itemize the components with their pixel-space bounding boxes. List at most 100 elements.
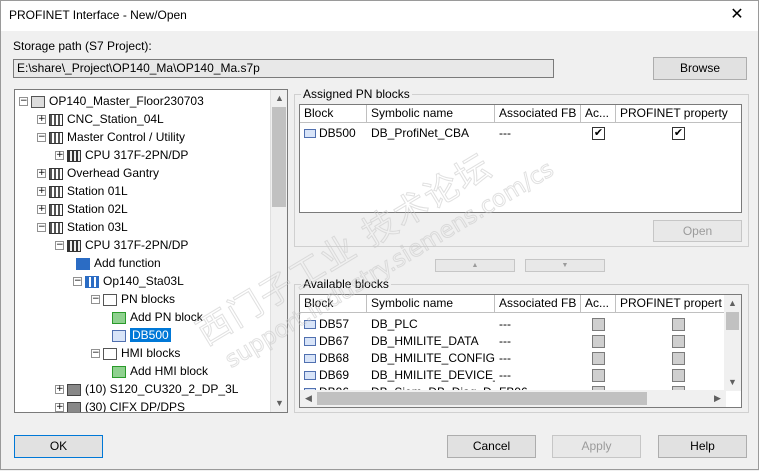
column-header-active[interactable]: Ac... xyxy=(581,105,616,123)
tree-item[interactable]: Add HMI block xyxy=(109,362,208,380)
tree-item-label: Master Control / Utility xyxy=(67,130,186,144)
symbolic-name-cell[interactable]: DB_HMILITE_CONFIG xyxy=(367,350,495,367)
tree-vertical-scrollbar[interactable]: ▲ ▼ xyxy=(270,90,287,412)
available-vertical-scrollbar[interactable]: ▲ ▼ xyxy=(724,295,741,391)
block-cell[interactable]: DB500 xyxy=(300,125,367,142)
associated-fb-cell[interactable]: --- xyxy=(495,333,581,350)
block-cell[interactable]: DB68 xyxy=(300,350,367,367)
tree-item[interactable]: − Station 03L xyxy=(37,218,128,236)
assigned-blocks-table[interactable]: Block Symbolic name Associated FB Ac... … xyxy=(299,104,742,213)
tree-item-label: Add function xyxy=(94,256,161,270)
expand-icon[interactable]: + xyxy=(37,115,46,125)
block-cell[interactable]: DB67 xyxy=(300,333,367,350)
close-icon[interactable]: ✕ xyxy=(724,3,750,27)
expand-icon[interactable]: + xyxy=(37,205,46,215)
tree-item[interactable]: − HMI blocks xyxy=(91,344,180,362)
project-tree[interactable]: − OP140_Master_Floor230703 + CNC_Station_04… xyxy=(14,89,288,413)
move-down-button[interactable]: ▼ xyxy=(525,259,605,272)
column-header-profinet-property[interactable]: PROFINET propert xyxy=(616,295,726,313)
apply-button[interactable]: Apply xyxy=(552,435,641,458)
tree-item[interactable]: Add function xyxy=(73,254,161,272)
tree-item[interactable]: + (30) CIFX DP/DPS xyxy=(55,398,185,412)
tree-item[interactable]: − Master Control / Utility xyxy=(37,128,185,146)
tree-item[interactable]: + Overhead Gantry xyxy=(37,164,159,182)
expand-icon[interactable]: + xyxy=(37,187,46,197)
associated-fb-cell[interactable]: --- xyxy=(495,367,581,384)
active-checkbox[interactable]: ✔ xyxy=(592,127,605,140)
tree-item[interactable]: − Op140_Sta03L xyxy=(73,272,184,290)
column-header-symbolic-name[interactable]: Symbolic name xyxy=(367,105,495,123)
profinet-property-checkbox[interactable] xyxy=(672,335,685,348)
ok-button[interactable]: OK xyxy=(14,435,103,458)
collapse-icon[interactable]: − xyxy=(37,223,46,233)
project-icon xyxy=(31,95,45,108)
tree-item[interactable]: + Station 02L xyxy=(37,200,128,218)
tree-item[interactable]: + CPU 317F-2PN/DP xyxy=(55,146,188,164)
active-checkbox[interactable] xyxy=(592,352,605,365)
column-header-block[interactable]: Block xyxy=(300,105,367,123)
active-checkbox[interactable] xyxy=(592,318,605,331)
tree-item-label: Add PN block xyxy=(130,310,203,324)
expand-icon[interactable]: + xyxy=(37,169,46,179)
scroll-down-icon[interactable]: ▼ xyxy=(271,395,287,412)
active-checkbox[interactable] xyxy=(592,369,605,382)
collapse-icon[interactable]: − xyxy=(19,97,28,107)
active-checkbox[interactable] xyxy=(592,335,605,348)
column-header-symbolic-name[interactable]: Symbolic name xyxy=(367,295,495,313)
associated-fb-cell[interactable]: --- xyxy=(495,125,581,142)
profinet-property-checkbox[interactable] xyxy=(672,369,685,382)
expand-icon[interactable]: + xyxy=(55,151,64,161)
cancel-button[interactable]: Cancel xyxy=(447,435,536,458)
tree-item[interactable]: + Station 01L xyxy=(37,182,128,200)
symbolic-name-cell[interactable]: DB_HMILITE_DEVICE_... xyxy=(367,367,495,384)
tree-item-label: Add HMI block xyxy=(130,364,209,378)
scroll-up-icon[interactable]: ▲ xyxy=(724,295,741,312)
collapse-icon[interactable]: − xyxy=(91,295,100,305)
tree-item[interactable]: DB500 xyxy=(109,326,171,344)
collapse-icon[interactable]: − xyxy=(55,241,64,251)
column-header-active[interactable]: Ac... xyxy=(581,295,616,313)
open-button[interactable]: Open xyxy=(653,220,742,242)
browse-button[interactable]: Browse xyxy=(653,57,747,80)
scroll-up-icon[interactable]: ▲ xyxy=(271,90,287,107)
associated-fb-cell[interactable]: --- xyxy=(495,350,581,367)
tree-item[interactable]: − PN blocks xyxy=(91,290,175,308)
profinet-property-checkbox[interactable] xyxy=(672,352,685,365)
column-header-associated-fb[interactable]: Associated FB xyxy=(495,105,581,123)
tree-item[interactable]: + CNC_Station_04L xyxy=(37,110,164,128)
column-header-profinet-property[interactable]: PROFINET property xyxy=(616,105,741,123)
scroll-thumb[interactable] xyxy=(272,107,286,207)
collapse-icon[interactable]: − xyxy=(37,133,46,143)
column-header-block[interactable]: Block xyxy=(300,295,367,313)
tree-item[interactable]: + (10) S120_CU320_2_DP_3L xyxy=(55,380,238,398)
db-icon xyxy=(304,337,316,347)
profinet-property-checkbox[interactable] xyxy=(672,318,685,331)
scroll-down-icon[interactable]: ▼ xyxy=(724,374,741,391)
column-header-associated-fb[interactable]: Associated FB xyxy=(495,295,581,313)
associated-fb-cell[interactable]: --- xyxy=(495,316,581,333)
tree-item[interactable]: − OP140_Master_Floor230703 xyxy=(19,92,204,110)
profinet-dialog: PROFINET Interface - New/Open ✕ Storage … xyxy=(0,0,759,470)
tree-item-label: DB500 xyxy=(130,328,171,342)
scroll-left-icon[interactable]: ◀ xyxy=(300,390,317,407)
scroll-thumb[interactable] xyxy=(317,392,647,405)
available-horizontal-scrollbar[interactable]: ◀ ▶ xyxy=(300,390,726,407)
collapse-icon[interactable]: − xyxy=(73,277,82,287)
collapse-icon[interactable]: − xyxy=(91,349,100,359)
add-block-icon xyxy=(112,365,126,378)
expand-icon[interactable]: + xyxy=(55,403,64,412)
available-blocks-table[interactable]: Block Symbolic name Associated FB Ac... … xyxy=(299,294,742,408)
symbolic-name-cell[interactable]: DB_ProfiNet_CBA xyxy=(367,125,495,142)
expand-icon[interactable]: + xyxy=(55,385,64,395)
move-up-button[interactable]: ▲ xyxy=(435,259,515,272)
scroll-right-icon[interactable]: ▶ xyxy=(709,390,726,407)
scroll-thumb[interactable] xyxy=(726,312,739,330)
symbolic-name-cell[interactable]: DB_PLC xyxy=(367,316,495,333)
help-button[interactable]: Help xyxy=(658,435,747,458)
block-cell[interactable]: DB57 xyxy=(300,316,367,333)
profinet-property-checkbox[interactable]: ✔ xyxy=(672,127,685,140)
block-cell[interactable]: DB69 xyxy=(300,367,367,384)
tree-item[interactable]: − CPU 317F-2PN/DP xyxy=(55,236,188,254)
symbolic-name-cell[interactable]: DB_HMILITE_DATA xyxy=(367,333,495,350)
tree-item[interactable]: Add PN block xyxy=(109,308,203,326)
